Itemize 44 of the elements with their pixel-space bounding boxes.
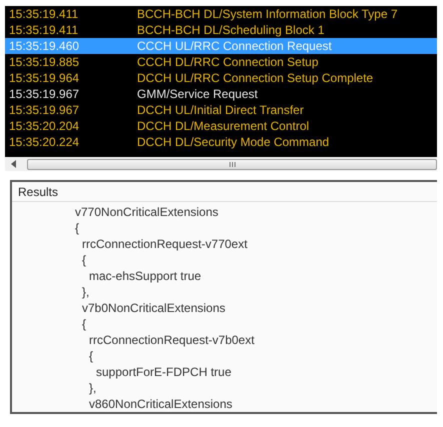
code-line: { (82, 253, 86, 267)
message-time: 15:35:19.411 (8, 22, 80, 38)
message-row[interactable]: 15:35:19.967 DCCH UL/Initial Direct Transfer (5, 102, 437, 118)
message-name: DCCH DL/Security Mode Command (137, 134, 330, 150)
message-row[interactable]: 15:35:19.411 BCCH-BCH DL/System Information Block Type 7 (5, 6, 437, 22)
message-time: 15:35:19.411 (8, 6, 80, 22)
message-row[interactable]: 15:35:20.204 DCCH DL/Measurement Control (5, 118, 437, 134)
horizontal-scrollbar[interactable] (5, 157, 437, 171)
message-time: 15:35:20.204 (8, 118, 80, 134)
message-name: CCCH UL/RRC Connection Request (137, 38, 332, 54)
code-line: { (75, 221, 80, 235)
code-line: { (89, 349, 94, 363)
message-name: DCCH UL/RRC Connection Setup Complete (137, 70, 374, 86)
message-name: CCCH DL/RRC Connection Setup (137, 54, 318, 70)
code-line: }, (82, 285, 90, 299)
code-line: rrcConnectionRequest-v7b0ext (89, 333, 254, 347)
panel-title: Results (18, 184, 58, 200)
message-row[interactable]: 15:35:19.967 GMM/Service Request (5, 86, 437, 102)
code-line: { (82, 317, 86, 331)
code-line: v770NonCriticalExtensions (75, 205, 218, 219)
message-row[interactable]: 15:35:19.411 BCCH-BCH DL/Scheduling Block 1 (5, 22, 437, 38)
message-time: 15:35:19.885 (8, 54, 80, 70)
scrollbar-thumb[interactable] (27, 158, 437, 170)
code-line: v7b0NonCriticalExtensions (82, 301, 226, 315)
message-time: 15:35:20.224 (8, 134, 80, 150)
code-line: v860NonCriticalExtensions (89, 397, 232, 411)
message-row[interactable]: 15:35:19.964 DCCH UL/RRC Connection Setup Complete (5, 70, 437, 86)
message-name: BCCH-BCH DL/Scheduling Block 1 (137, 22, 324, 38)
scroll-left-icon[interactable] (11, 160, 19, 168)
message-name: DCCH DL/Measurement Control (137, 118, 310, 134)
message-row[interactable]: 15:35:19.885 CCCH DL/RRC Connection Setup (5, 54, 437, 70)
message-time: 15:35:19.967 (8, 102, 80, 118)
grip-icon (228, 162, 236, 166)
message-row[interactable]: 15:35:20.224 DCCH DL/Security Mode Command (5, 134, 437, 150)
message-time: 15:35:19.460 (8, 38, 80, 54)
message-name: BCCH-BCH DL/System Information Block Type 7 (137, 6, 398, 22)
code-line: supportForE-FDPCH true (96, 365, 232, 379)
message-name: GMM/Service Request (137, 86, 258, 102)
message-name: DCCH UL/Initial Direct Transfer (137, 102, 304, 118)
code-line: }, (89, 381, 96, 395)
message-time: 15:35:19.967 (8, 86, 80, 102)
code-line: rrcConnectionRequest-v770ext (82, 237, 248, 251)
code-line: mac-ehsSupport true (89, 269, 202, 283)
message-time: 15:35:19.964 (8, 70, 80, 86)
